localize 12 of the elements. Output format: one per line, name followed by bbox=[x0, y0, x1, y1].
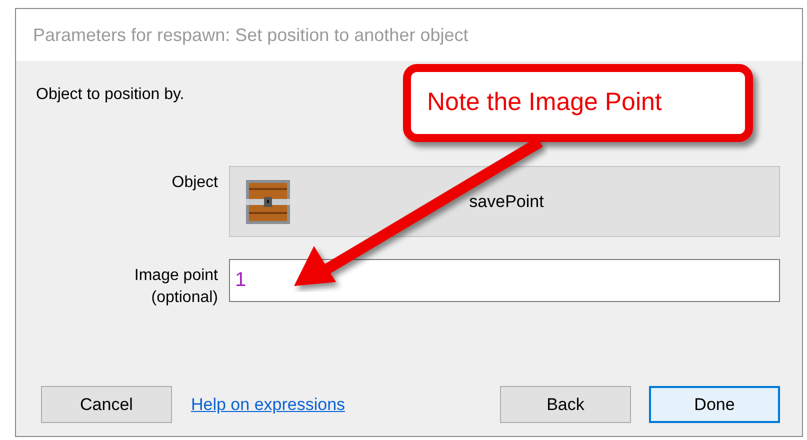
input-field[interactable]: 1 bbox=[229, 259, 780, 302]
field-label: Image point (optional) bbox=[133, 266, 218, 308]
callout-text: Note the Image Point bbox=[427, 87, 662, 118]
help-link[interactable]: Help on expressions bbox=[191, 392, 346, 418]
object-picker[interactable]: savePoint bbox=[229, 166, 780, 237]
dialog-button[interactable]: Back bbox=[500, 386, 631, 423]
dialog-button[interactable]: Cancel bbox=[41, 386, 172, 423]
object-name: savePoint bbox=[468, 190, 545, 213]
description: Object to position by. bbox=[36, 85, 184, 105]
window-title: Parameters for respawn: Set position to another object bbox=[33, 24, 468, 47]
dialog-button[interactable]: Done bbox=[649, 386, 780, 423]
field-label: Object bbox=[170, 173, 218, 193]
